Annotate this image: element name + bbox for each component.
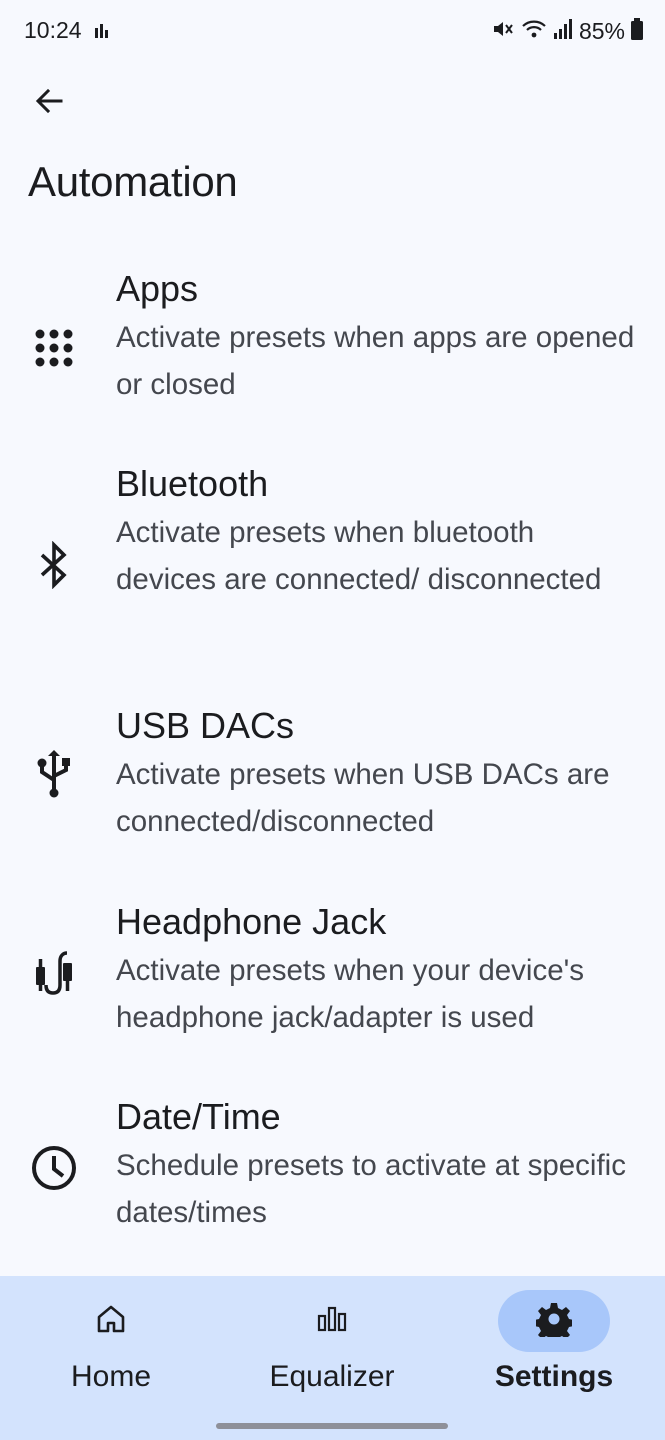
list-item-headphone-jack[interactable]: Headphone Jack Activate presets when you… — [0, 901, 665, 1051]
nav-item-home[interactable]: Home — [1, 1276, 221, 1416]
list-item-apps[interactable]: Apps Activate presets when apps are open… — [0, 268, 665, 418]
nav-pill — [276, 1290, 388, 1352]
nav-item-settings[interactable]: Settings — [444, 1276, 664, 1416]
item-title: Headphone Jack — [116, 901, 387, 942]
status-bar: 10:24 85% — [0, 0, 665, 62]
list-item-bluetooth[interactable]: Bluetooth Activate presets when bluetoot… — [0, 463, 665, 653]
gear-icon — [534, 1301, 574, 1343]
nav-label: Settings — [494, 1360, 614, 1393]
battery-icon — [631, 18, 643, 45]
wifi-icon — [521, 17, 547, 46]
page-title: Automation — [28, 158, 238, 205]
usb-icon — [26, 745, 82, 801]
bluetooth-icon — [26, 537, 82, 593]
nav-item-equalizer[interactable]: Equalizer — [222, 1276, 442, 1416]
item-subtitle: Schedule presets to activate at specific… — [116, 1149, 626, 1229]
item-subtitle: Activate presets when your device's head… — [116, 954, 585, 1034]
apps-grid-icon — [26, 320, 82, 376]
activity-icon — [94, 22, 112, 45]
gesture-bar[interactable] — [216, 1423, 448, 1429]
item-subtitle: Activate presets when apps are opened or… — [116, 321, 635, 401]
clock-icon — [26, 1140, 82, 1196]
back-button[interactable] — [28, 82, 70, 124]
item-title: USB DACs — [116, 705, 295, 746]
list-item-date-time[interactable]: Date/Time Schedule presets to activate a… — [0, 1096, 665, 1246]
headphone-jack-icon — [26, 945, 82, 1001]
nav-pill-active — [498, 1290, 610, 1352]
status-icons: 85% — [491, 17, 643, 46]
item-subtitle: Activate presets when bluetooth devices … — [116, 516, 602, 596]
item-title: Apps — [116, 268, 199, 309]
nav-label: Equalizer — [269, 1360, 395, 1393]
nav-label: Home — [70, 1360, 152, 1393]
item-subtitle: Activate presets when USB DACs are conne… — [116, 758, 610, 838]
status-time: 10:24 — [24, 17, 82, 43]
bottom-navigation: Home Equalizer Settings — [0, 1276, 665, 1440]
list-item-usb-dacs[interactable]: USB DACs Activate presets when USB DACs … — [0, 705, 665, 855]
signal-icon — [553, 18, 573, 45]
home-icon — [94, 1302, 128, 1341]
mute-icon — [491, 17, 515, 46]
equalizer-icon — [315, 1302, 349, 1341]
item-title: Date/Time — [116, 1096, 281, 1137]
item-title: Bluetooth — [116, 463, 269, 504]
battery-percent: 85% — [578, 18, 625, 44]
nav-pill — [55, 1290, 167, 1352]
arrow-left-icon — [33, 85, 65, 122]
